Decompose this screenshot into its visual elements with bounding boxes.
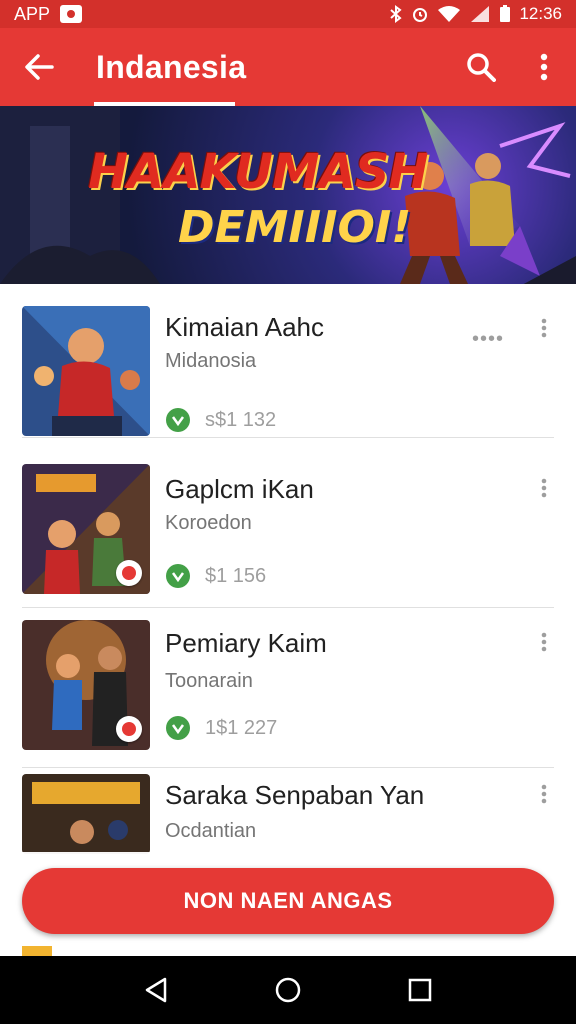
nav-back-icon	[145, 977, 167, 1003]
app-bar: Indanesia	[0, 28, 576, 106]
more-vert-icon	[541, 784, 547, 804]
item-thumbnail	[22, 774, 150, 854]
rating-icon	[166, 716, 190, 740]
system-nav-bar	[0, 956, 576, 1024]
status-time: 12:36	[519, 4, 562, 23]
battery-icon	[500, 5, 511, 22]
signal-icon	[471, 6, 490, 22]
nav-recents-button[interactable]	[390, 960, 450, 1020]
nav-home-button[interactable]	[258, 960, 318, 1020]
hot-badge-icon	[116, 560, 142, 586]
search-button[interactable]	[458, 44, 504, 90]
featured-banner[interactable]: HAAKUMASH DEMIIIOI!	[0, 106, 576, 284]
divider	[22, 437, 554, 438]
search-icon	[467, 53, 496, 82]
item-title: Kimaian Aahc	[165, 312, 324, 342]
wifi-icon	[438, 6, 461, 22]
item-menu-button[interactable]	[532, 314, 556, 342]
list-item[interactable]: Pemiary Kaim Toonarain 1$1 227	[0, 606, 576, 768]
item-menu-button[interactable]	[532, 628, 556, 656]
banner-title: HAAKUMASH	[88, 144, 429, 200]
item-thumbnail	[22, 620, 150, 750]
item-title: Pemiary Kaim	[165, 628, 327, 658]
more-vert-icon	[541, 318, 547, 338]
item-stat: 1$1 227	[205, 717, 278, 739]
back-arrow-icon	[25, 54, 54, 80]
item-dots: ••••	[472, 328, 505, 350]
item-menu-button[interactable]	[532, 780, 556, 808]
item-thumbnail	[22, 306, 150, 436]
nav-home-icon	[275, 977, 301, 1003]
item-thumbnail	[22, 946, 52, 956]
partially-hidden-row	[22, 946, 322, 956]
notification-icon	[60, 5, 83, 23]
rating-icon	[166, 564, 190, 588]
item-title: Saraka Senpaban Yan	[165, 780, 425, 810]
back-button[interactable]	[0, 28, 78, 106]
item-subtitle: Toonarain	[165, 670, 253, 692]
item-subtitle: Midanosia	[165, 350, 257, 372]
page-title: Indanesia	[96, 48, 247, 85]
item-stat: s$1 132	[205, 409, 277, 431]
more-vert-icon	[541, 632, 547, 652]
status-app-label: APP	[14, 3, 51, 24]
alarm-icon	[413, 8, 428, 22]
item-thumbnail	[22, 464, 150, 594]
list-item[interactable]: Gaplcm iKan Koroedon $1 156	[0, 452, 576, 608]
list-item[interactable]: Kimaian Aahc Midanosia s$1 132 ••••	[0, 284, 576, 438]
hot-badge-icon	[116, 716, 142, 742]
item-subtitle: Ocdantian	[165, 820, 257, 842]
item-title: Gaplcm iKan	[165, 474, 314, 504]
primary-action-button[interactable]: NON NAEN ANGAS	[22, 868, 554, 934]
status-bar: APP 12:36	[0, 0, 576, 28]
overflow-menu-button[interactable]	[524, 44, 564, 90]
banner-subtitle: DEMIIIOI!	[178, 202, 412, 253]
more-vert-icon	[541, 478, 547, 498]
item-menu-button[interactable]	[532, 474, 556, 502]
item-subtitle: Koroedon	[165, 512, 252, 534]
nav-recents-icon	[408, 978, 432, 1002]
item-stat: $1 156	[205, 565, 267, 587]
more-vert-icon	[540, 53, 548, 81]
nav-back-button[interactable]	[126, 960, 186, 1020]
rating-icon	[166, 408, 190, 432]
bluetooth-icon	[390, 5, 403, 23]
